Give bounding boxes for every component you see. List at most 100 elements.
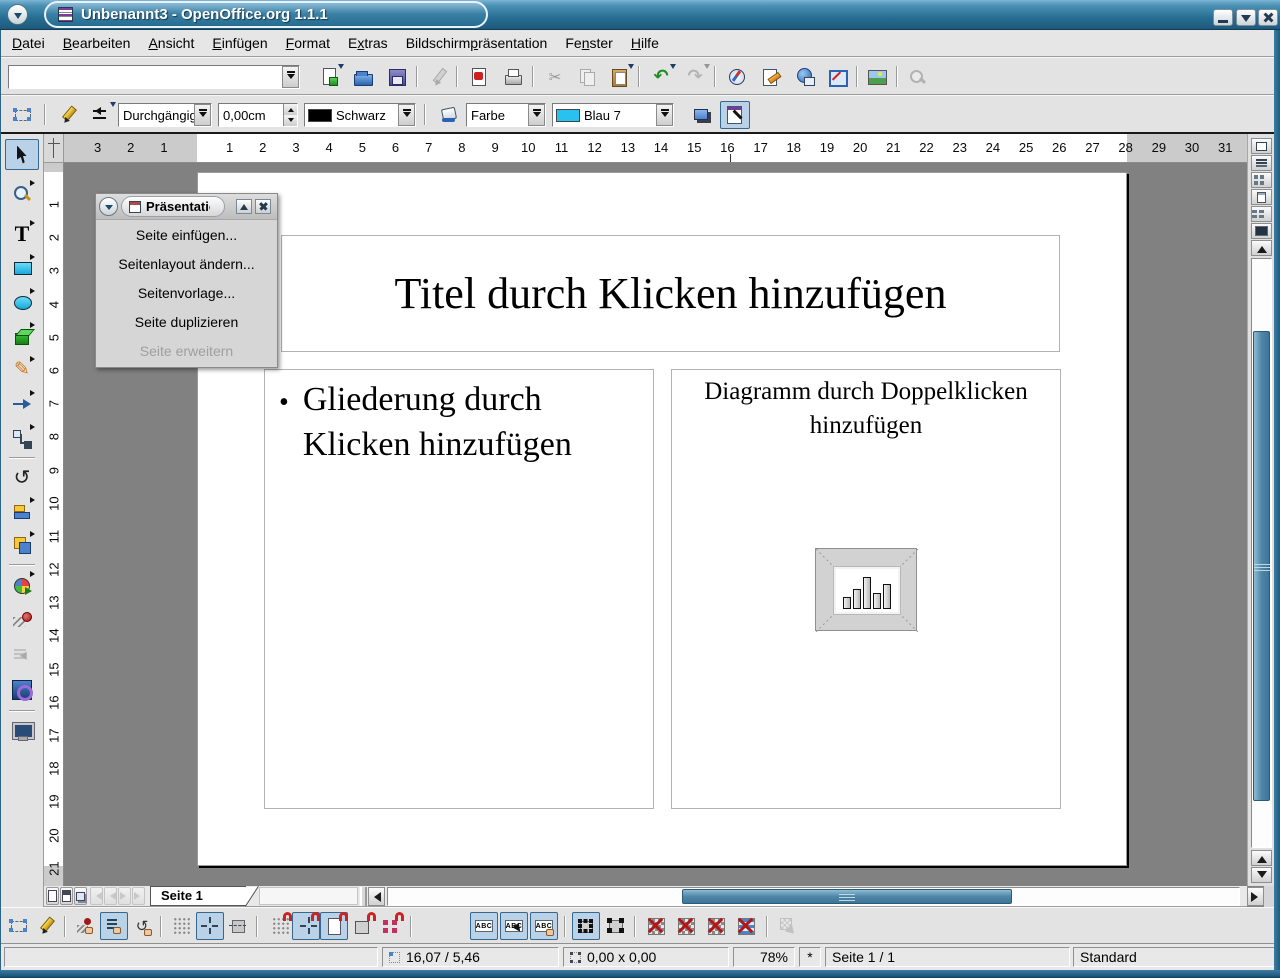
simple-handles-button[interactable] xyxy=(572,912,600,940)
line-style-combo[interactable]: Durchgängig xyxy=(118,103,212,127)
hscroll-thumb[interactable] xyxy=(682,889,1012,904)
double-click-edit-button[interactable]: ABC xyxy=(530,912,558,940)
url-dropdown-button[interactable] xyxy=(282,66,299,88)
panel-item-insert-page[interactable]: Seite einfügen... xyxy=(96,220,277,249)
undo-button[interactable]: ↶ xyxy=(646,63,676,91)
curve-tool[interactable]: ✎ xyxy=(5,354,39,385)
line-style-dropdown[interactable] xyxy=(194,104,211,126)
snap-to-object-points-button[interactable] xyxy=(376,912,404,940)
notes-view-button[interactable] xyxy=(1251,189,1272,205)
3d-objects-tool[interactable] xyxy=(5,320,39,351)
menu-item[interactable]: Bearbeiten xyxy=(54,32,140,54)
fill-placeholder-button[interactable] xyxy=(702,912,730,940)
edit-points-button[interactable] xyxy=(8,101,38,129)
snap-to-guides-button[interactable] xyxy=(292,912,320,940)
zoom-button[interactable] xyxy=(822,63,852,91)
text-placeholder-button[interactable] xyxy=(672,912,700,940)
select-tool[interactable] xyxy=(5,139,39,170)
vertical-ruler[interactable]: 123456789101112131415161718192021 xyxy=(44,163,64,886)
scrollbar-splitter[interactable] xyxy=(360,887,367,906)
fill-type-dropdown[interactable] xyxy=(528,104,545,126)
chart-placeholder-frame[interactable] xyxy=(815,548,917,631)
hscroll-right-button[interactable] xyxy=(1247,887,1264,906)
insert-tool[interactable] xyxy=(5,569,39,600)
hyperlink-button[interactable] xyxy=(790,63,820,91)
line-width-value[interactable]: 0,00cm xyxy=(219,108,283,123)
save-button[interactable] xyxy=(382,63,412,91)
outline-placeholder[interactable]: • Gliederung durch Klicken hinzufügen xyxy=(264,369,654,809)
stylist-button[interactable] xyxy=(756,63,786,91)
page-style-field[interactable]: Standard xyxy=(1073,947,1276,967)
menu-item[interactable]: Extras xyxy=(339,32,397,54)
ellipse-tool[interactable] xyxy=(5,286,39,317)
contour-mode-button[interactable] xyxy=(732,912,760,940)
zoom-tool[interactable] xyxy=(5,178,39,209)
picture-placeholder-button[interactable] xyxy=(642,912,670,940)
menu-item[interactable]: Hilfe xyxy=(622,32,668,54)
hscroll-track[interactable] xyxy=(387,887,1240,906)
title-placeholder[interactable]: Titel durch Klicken hinzufügen xyxy=(281,235,1060,352)
panel-rollup-button[interactable] xyxy=(236,199,252,214)
effects-tool[interactable] xyxy=(5,604,39,635)
lines-arrows-tool[interactable] xyxy=(5,388,39,419)
select-text-area-button[interactable]: ABC xyxy=(500,912,528,940)
ruler-origin-button[interactable] xyxy=(44,134,64,163)
menu-item[interactable]: Format xyxy=(277,32,339,54)
hscroll-left-button[interactable] xyxy=(368,887,385,906)
panel-titlebar[interactable]: Präsentation xyxy=(96,194,277,220)
menu-item[interactable]: Bildschirmpräsentation xyxy=(397,32,557,54)
effects-allowed-button[interactable] xyxy=(72,912,100,940)
text-tool[interactable]: T xyxy=(5,218,39,249)
fill-type-combo[interactable]: Farbe xyxy=(466,103,546,127)
large-handles-button[interactable] xyxy=(602,912,630,940)
page-tab[interactable]: Seite 1 xyxy=(150,886,246,906)
panel-close-button[interactable] xyxy=(255,199,271,214)
vscroll-down-button[interactable] xyxy=(1251,867,1272,883)
menu-item[interactable]: Ansicht xyxy=(139,32,203,54)
zoom-field[interactable]: 78% xyxy=(733,947,795,967)
panel-item-page-style[interactable]: Seitenvorlage... xyxy=(96,278,277,307)
start-presentation-button[interactable] xyxy=(1251,223,1272,239)
vscroll-up-button[interactable] xyxy=(1251,240,1272,256)
snap-to-grid-button[interactable] xyxy=(196,912,224,940)
menu-item[interactable]: Fenster xyxy=(556,32,621,54)
spin-up-icon[interactable] xyxy=(284,104,297,115)
rotation-mode-button[interactable] xyxy=(33,912,61,940)
slide[interactable]: Titel durch Klicken hinzufügen • Glieder… xyxy=(197,172,1127,866)
minimize-button[interactable] xyxy=(1213,9,1233,26)
presentation-panel-toggle[interactable] xyxy=(720,101,750,129)
line-color-combo[interactable]: Schwarz xyxy=(304,103,416,127)
line-button[interactable] xyxy=(54,101,84,129)
gallery-button[interactable] xyxy=(862,63,892,91)
navigator-button[interactable] xyxy=(722,63,752,91)
paste-button[interactable] xyxy=(604,63,634,91)
vscroll-up-button-bottom[interactable] xyxy=(1251,850,1272,866)
window-menu-button[interactable] xyxy=(7,4,28,25)
panel-menu-button[interactable] xyxy=(99,197,118,216)
rotation-allowed-button[interactable]: ↺ xyxy=(128,912,156,940)
horizontal-ruler[interactable]: 321 123456789101112131415161718192021222… xyxy=(64,134,1247,163)
shadow-button[interactable] xyxy=(686,101,716,129)
menu-item[interactable]: Einfügen xyxy=(203,32,276,54)
edit-points-mode-button[interactable] xyxy=(5,912,33,940)
rotate-tool[interactable]: ↺ xyxy=(5,461,39,492)
drawing-view-button[interactable] xyxy=(1251,138,1272,154)
snap-grid-magnet-button[interactable] xyxy=(264,912,292,940)
print-button[interactable] xyxy=(498,63,528,91)
panel-item-modify-layout[interactable]: Seitenlayout ändern... xyxy=(96,249,277,278)
menu-item[interactable]: Datei xyxy=(3,32,54,54)
area-button[interactable] xyxy=(434,101,464,129)
url-combobox[interactable] xyxy=(8,65,300,89)
close-button[interactable] xyxy=(1258,9,1278,26)
maximize-button[interactable] xyxy=(1236,9,1256,26)
fill-color-dropdown[interactable] xyxy=(656,104,673,126)
connector-tool[interactable] xyxy=(5,422,39,453)
show-grid-button[interactable] xyxy=(168,912,196,940)
3d-controller-tool[interactable] xyxy=(5,674,39,705)
handout-view-button[interactable] xyxy=(1251,206,1272,222)
arrow-style-button[interactable] xyxy=(86,101,116,129)
layer-mode-button[interactable] xyxy=(74,887,87,905)
open-button[interactable] xyxy=(348,63,378,91)
snap-to-margins-button[interactable] xyxy=(320,912,348,940)
presentation-button[interactable] xyxy=(5,715,39,746)
